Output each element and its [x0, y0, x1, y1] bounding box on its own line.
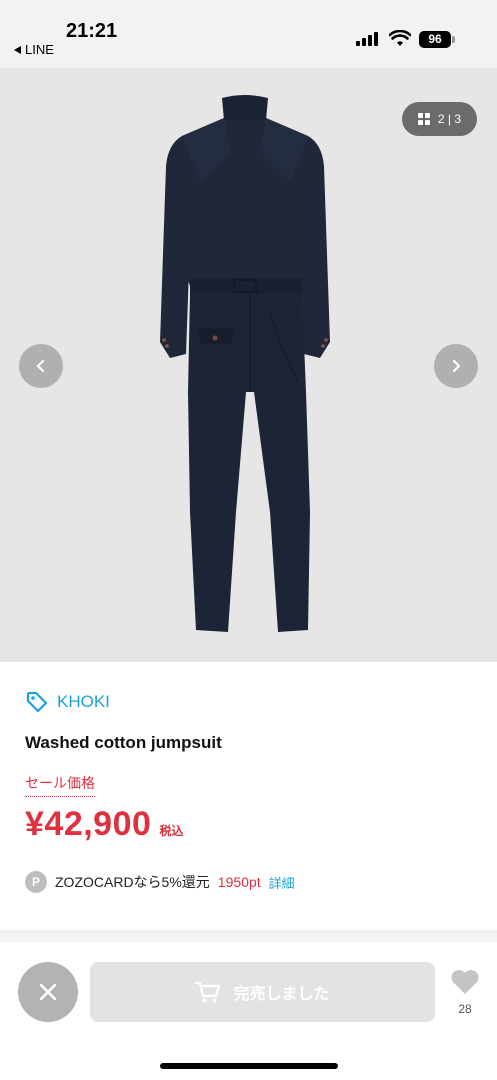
brand-name: KHOKI [57, 692, 110, 711]
product-name: Washed cotton jumpsuit [25, 733, 222, 752]
home-indicator [160, 1063, 338, 1069]
back-to-app-link[interactable]: LINE [14, 42, 54, 57]
image-counter-label: 2 | 3 [437, 112, 462, 126]
product-page: 21:21 LINE 96 2 | 3 KHOKI Washed cotton … [0, 0, 497, 1080]
product-image [160, 95, 330, 632]
image-counter[interactable]: 2 | 3 [402, 102, 477, 136]
points-row: P ZOZOCARDなら5%還元 1950pt 詳細 [25, 871, 295, 893]
close-icon [39, 983, 57, 1001]
status-time: 21:21 [66, 20, 118, 42]
battery-tip [452, 36, 455, 43]
signal-icon [356, 32, 378, 46]
brand-link[interactable]: KHOKI [25, 690, 110, 714]
sold-out-label: 完売しました [233, 986, 330, 1003]
chevron-left-icon [36, 359, 45, 373]
chevron-right-icon [452, 359, 461, 373]
battery-icon: 96 [419, 31, 451, 48]
product-image-gallery[interactable]: 2 | 3 [0, 68, 497, 662]
next-image-button[interactable] [434, 344, 478, 388]
points-details-link[interactable]: 詳細 [269, 873, 295, 892]
section-divider [0, 930, 497, 942]
favorite-button[interactable]: 28 [448, 969, 482, 1016]
status-bar: 21:21 LINE 96 [0, 0, 497, 68]
favorite-count: 28 [458, 1002, 472, 1016]
close-button[interactable] [18, 962, 78, 1022]
back-triangle-icon [14, 45, 21, 54]
bottom-action-bar: 完売しました 28 [0, 943, 497, 1080]
tax-label: 税込 [159, 824, 184, 838]
points-value: 1950pt [217, 874, 261, 890]
heart-icon [451, 970, 479, 994]
price-row: ¥42,900 税込 [25, 805, 183, 844]
tag-icon [26, 691, 48, 713]
sold-out-button[interactable]: 完売しました [90, 962, 435, 1022]
grid-icon [417, 113, 430, 125]
previous-image-button[interactable] [19, 344, 63, 388]
price: ¥42,900 [25, 805, 152, 843]
points-icon: P [25, 871, 47, 893]
cart-icon [195, 981, 221, 1003]
back-app-label: LINE [25, 42, 54, 57]
wifi-icon [389, 30, 411, 46]
points-text: ZOZOCARDなら5%還元 [55, 874, 210, 890]
sale-price-label: セール価格 [25, 773, 95, 797]
